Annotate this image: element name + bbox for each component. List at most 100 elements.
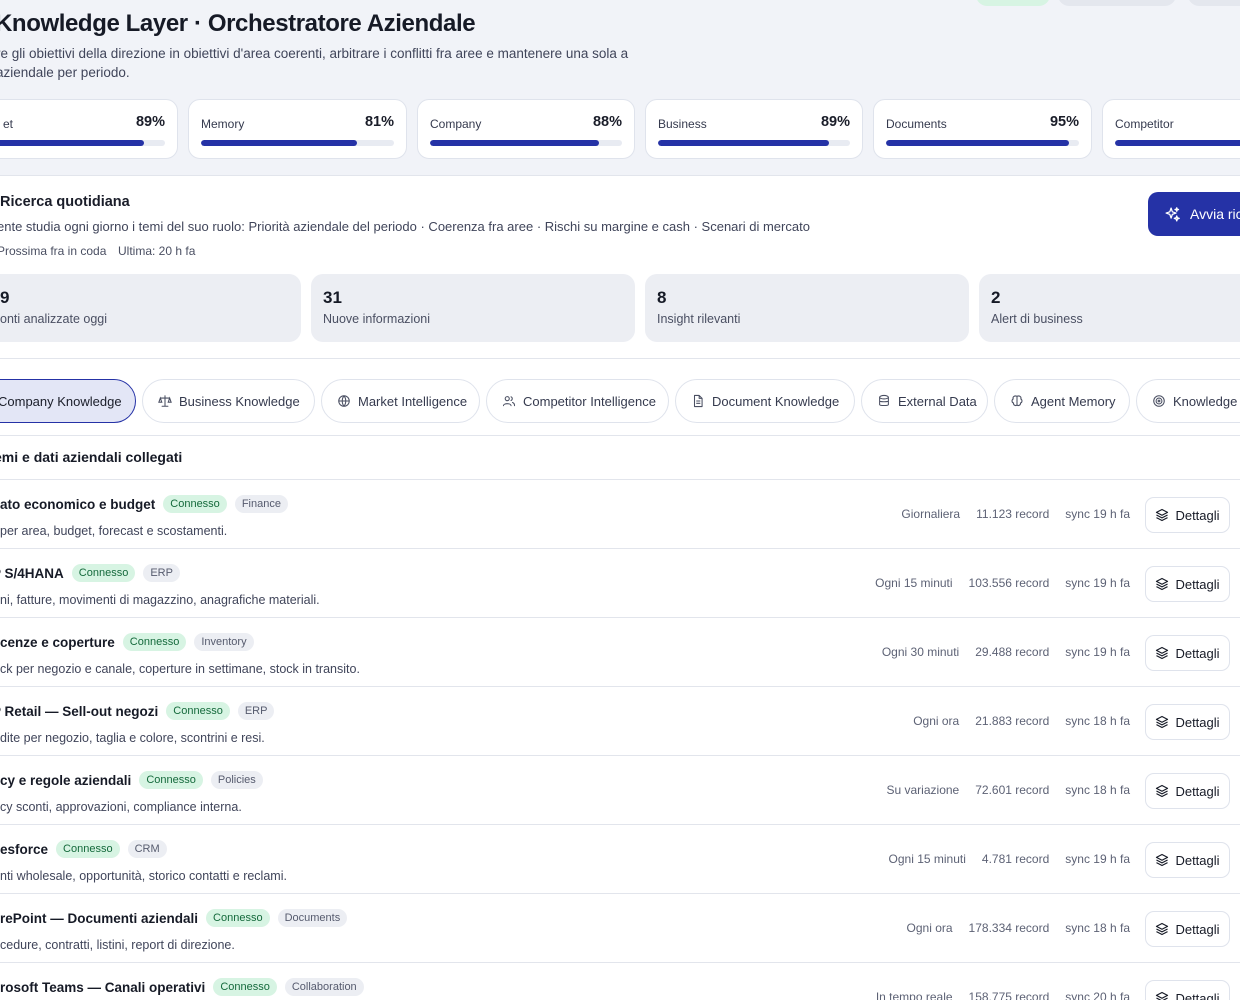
details-label: Dettagli <box>1175 921 1220 937</box>
record-count: 178.334 record <box>968 921 1050 935</box>
metric-progress-fill <box>658 140 829 146</box>
details-button[interactable]: Dettagli <box>1145 911 1230 947</box>
metric-progress-fill <box>1115 140 1240 146</box>
details-button[interactable]: Dettagli <box>1145 635 1230 671</box>
source-name: rePoint — Documenti aziendali <box>0 910 199 926</box>
source-description: dite per negozio, taglia e colore, scont… <box>0 731 265 745</box>
research-title: Ricerca quotidiana <box>0 194 130 210</box>
details-label: Dettagli <box>1175 576 1220 592</box>
tab-label: Business Knowledge <box>179 393 300 409</box>
details-button[interactable]: Dettagli <box>1145 497 1230 533</box>
metric-progress-fill <box>430 140 599 146</box>
metric-card: Documents 95% <box>873 99 1092 159</box>
source-name: P Retail — Sell-out negozi <box>0 703 159 719</box>
tab-knowledge[interactable]: Knowledge <box>1136 379 1240 423</box>
status-badge: Connesso <box>56 840 120 858</box>
brain-icon <box>1011 395 1023 407</box>
list-item: esforce Connesso CRM nti wholesale, opport… <box>0 825 1240 894</box>
source-description: nti wholesale, opportunità, storico cont… <box>0 869 287 883</box>
daily-research-panel: Ricerca quotidiana ente studia ogni gior… <box>0 176 1240 359</box>
tab-label: Knowledge <box>1173 393 1238 409</box>
details-button[interactable]: Dettagli <box>1145 773 1230 809</box>
stat-label: onti analizzate oggi <box>0 312 108 326</box>
record-count: 103.556 record <box>968 576 1050 590</box>
tab-document-knowledge[interactable]: Document Knowledge <box>675 379 855 423</box>
details-button[interactable]: Dettagli <box>1145 566 1230 602</box>
stat-value: 31 <box>323 288 342 307</box>
category-badge: ERP <box>237 702 275 720</box>
list-item: P S/4HANA Connesso ERP ni, fatture, movime… <box>0 549 1240 618</box>
sparkles-icon <box>1165 206 1180 222</box>
list-item: cenze e coperture Connesso Inventory ck pe… <box>0 618 1240 687</box>
details-label: Dettagli <box>1175 990 1220 1000</box>
category-badge: CRM <box>127 840 167 858</box>
status-badge: Connesso <box>213 978 277 996</box>
record-count: 11.123 record <box>976 507 1050 521</box>
last-sync: sync 18 h fa <box>1065 783 1130 797</box>
details-label: Dettagli <box>1175 507 1220 523</box>
document-icon <box>693 394 703 408</box>
details-label: Dettagli <box>1175 714 1220 730</box>
header-button[interactable] <box>1058 0 1176 6</box>
metric-progress <box>1115 140 1240 146</box>
source-description: per area, budget, forecast e scostamenti… <box>0 524 228 538</box>
stat-value: 2 <box>991 288 1001 307</box>
metric-progress-fill <box>201 140 358 146</box>
metric-label: Documents <box>886 117 947 131</box>
start-research-button[interactable]: Avvia rice <box>1148 192 1240 236</box>
status-badge: Connesso <box>139 771 203 789</box>
last-sync: sync 19 h fa <box>1065 576 1130 590</box>
metric-progress <box>658 140 850 146</box>
tab-external-data[interactable]: External Data <box>861 379 988 423</box>
sync-frequency: Ogni 30 minuti <box>881 645 960 659</box>
stat-card: 31 Nuove informazioni <box>311 274 635 342</box>
source-description: ni, fatture, movimenti di magazzino, ana… <box>0 593 320 607</box>
research-last-run: Ultima: 20 h fa <box>118 244 196 258</box>
research-next-run: Prossima fra in coda <box>0 244 107 258</box>
source-name: P S/4HANA <box>0 565 64 581</box>
category-badge: ERP <box>143 564 180 582</box>
list-item: ato economico e budget Connesso Finance pe… <box>0 480 1240 549</box>
metric-label: et <box>3 117 14 131</box>
metric-card: Competitor <box>1102 99 1240 159</box>
tab-company-knowledge[interactable]: Company Knowledge <box>0 379 136 423</box>
tab-business-knowledge[interactable]: Business Knowledge <box>142 379 315 423</box>
layers-icon <box>1156 715 1169 729</box>
list-item: rePoint — Documenti aziendali Connesso Doc… <box>0 894 1240 963</box>
tab-agent-memory[interactable]: Agent Memory <box>994 379 1130 423</box>
target-icon <box>1153 395 1165 407</box>
tab-market-intelligence[interactable]: Market Intelligence <box>321 379 480 423</box>
research-description: ente studia ogni giorno i temi del suo r… <box>0 219 810 234</box>
details-button[interactable]: Dettagli <box>1145 842 1230 878</box>
details-button[interactable]: Dettagli <box>1145 980 1230 1000</box>
metric-card: Company 88% <box>417 99 635 159</box>
last-sync: sync 19 h fa <box>1065 645 1130 659</box>
stat-label: Insight rilevanti <box>657 312 741 326</box>
status-badge: Connesso <box>122 633 187 651</box>
source-name: ato economico e budget <box>0 496 156 512</box>
category-badge: Policies <box>210 771 263 789</box>
header-button[interactable] <box>1188 0 1240 6</box>
source-name: rosoft Teams — Canali operativi <box>0 979 206 995</box>
stat-value: 9 <box>0 288 10 307</box>
record-count: 21.883 record <box>975 714 1050 728</box>
layers-icon <box>1156 784 1169 798</box>
tab-label: External Data <box>898 393 977 409</box>
page-description: re gli obiettivi della direzione in obie… <box>0 46 629 80</box>
stat-value: 8 <box>657 288 667 307</box>
page-title: Knowledge Layer · Orchestratore Aziendal… <box>0 10 476 37</box>
tab-label: Competitor Intelligence <box>523 393 656 409</box>
metric-label: Company <box>430 117 482 131</box>
globe-icon <box>338 395 350 407</box>
category-badge: Documents <box>277 909 348 927</box>
tab-competitor-intelligence[interactable]: Competitor Intelligence <box>486 379 669 423</box>
details-button[interactable]: Dettagli <box>1145 704 1230 740</box>
metric-value: 88% <box>592 114 622 130</box>
stat-card: 8 Insight rilevanti <box>645 274 969 342</box>
record-count: 158.775 record <box>968 990 1050 1000</box>
metric-card: et 89% <box>0 99 178 159</box>
layers-icon <box>1156 646 1169 660</box>
last-sync: sync 19 h fa <box>1065 852 1130 866</box>
status-pill[interactable] <box>976 0 1050 6</box>
start-research-label: Avvia rice <box>1190 206 1240 222</box>
